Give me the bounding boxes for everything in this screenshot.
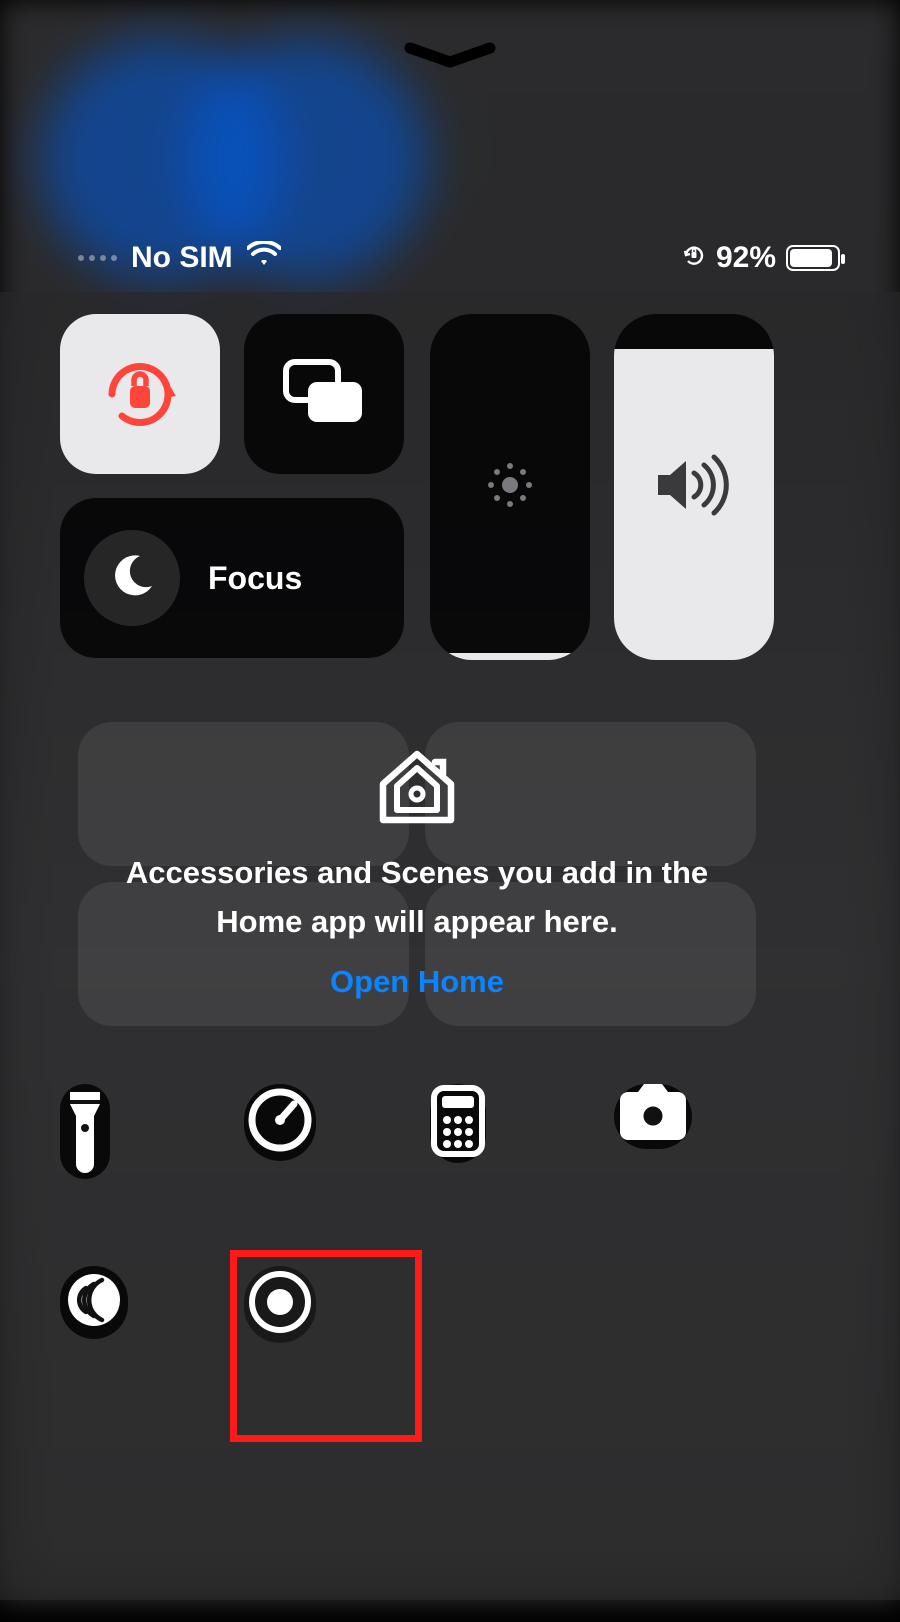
open-home-link[interactable]: Open Home xyxy=(330,964,504,1000)
timer-button[interactable] xyxy=(244,1084,316,1161)
control-center-grabber[interactable] xyxy=(400,42,500,75)
flashlight-icon xyxy=(60,1084,110,1179)
status-bar: No SIM 92% xyxy=(0,234,900,282)
timer-icon xyxy=(244,1084,316,1161)
screen-mirroring-button[interactable] xyxy=(244,314,404,474)
orientation-lock-icon xyxy=(98,350,182,439)
control-center-panel: Focus Accessories and xyxy=(0,292,900,1600)
camera-icon xyxy=(614,1084,692,1149)
battery-percentage: 92% xyxy=(716,241,776,275)
screen-record-icon xyxy=(244,1266,316,1343)
screen-record-button[interactable] xyxy=(244,1266,316,1343)
nfc-tag-reader-icon xyxy=(60,1266,128,1339)
brightness-icon xyxy=(481,456,539,519)
speaker-icon xyxy=(652,453,736,522)
home-accessories-card[interactable]: Accessories and Scenes you add in the Ho… xyxy=(60,704,774,1044)
nfc-tag-reader-button[interactable] xyxy=(60,1266,128,1339)
home-icon xyxy=(375,748,459,831)
rotation-lock-status-icon xyxy=(682,241,706,275)
screen-mirroring-icon xyxy=(280,356,368,433)
home-empty-message: Accessories and Scenes you add in the Ho… xyxy=(94,849,740,945)
wifi-icon xyxy=(247,241,281,275)
focus-button[interactable]: Focus xyxy=(60,498,404,658)
camera-button[interactable] xyxy=(614,1084,692,1149)
battery-icon xyxy=(786,245,840,271)
carrier-label: No SIM xyxy=(131,241,233,275)
orientation-lock-button[interactable] xyxy=(60,314,220,474)
focus-label: Focus xyxy=(208,560,302,597)
calculator-icon xyxy=(430,1084,486,1163)
volume-slider[interactable] xyxy=(614,314,774,660)
cellular-signal-dots xyxy=(78,255,117,261)
moon-icon xyxy=(106,550,158,607)
calculator-button[interactable] xyxy=(430,1084,486,1163)
brightness-slider[interactable] xyxy=(430,314,590,660)
flashlight-button[interactable] xyxy=(60,1084,110,1179)
